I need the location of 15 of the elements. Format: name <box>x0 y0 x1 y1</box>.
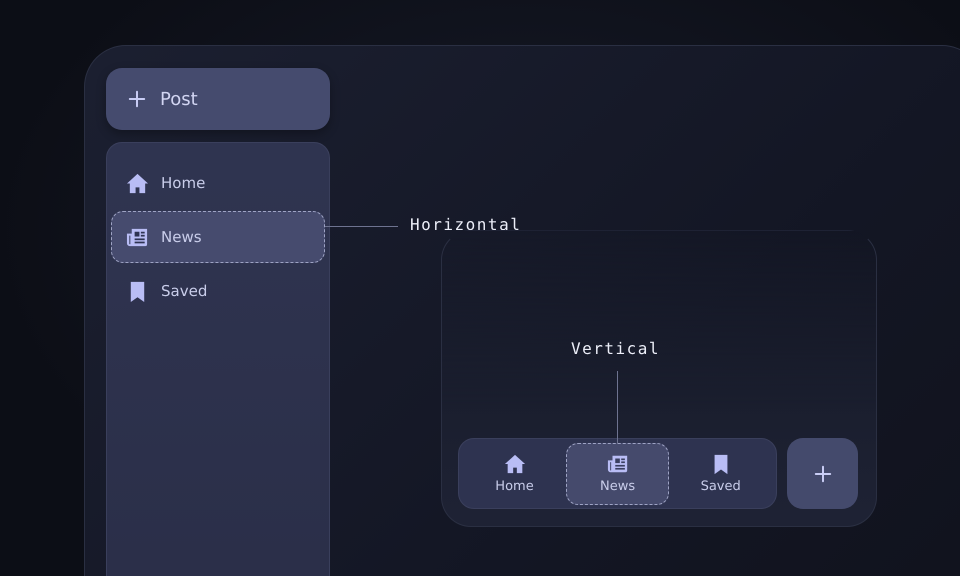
bottom-nav-item[interactable]: Saved <box>669 442 772 504</box>
annotation-label: Horizontal <box>410 215 522 234</box>
plus-icon <box>128 90 146 108</box>
home-icon <box>504 453 526 475</box>
newspaper-icon <box>606 453 629 475</box>
add-button[interactable] <box>787 438 858 509</box>
annotation-label: Vertical <box>571 339 660 358</box>
home-icon <box>126 172 149 194</box>
bottom-nav-item[interactable]: News <box>566 442 670 504</box>
sidebar-item[interactable]: Home <box>111 157 325 209</box>
post-button[interactable]: Post <box>106 68 330 130</box>
plus-icon <box>814 464 832 482</box>
bottom-nav-item[interactable]: Home <box>463 442 566 504</box>
sidebar-item[interactable]: Saved <box>111 265 325 317</box>
sidebar-item[interactable]: News <box>111 211 325 263</box>
